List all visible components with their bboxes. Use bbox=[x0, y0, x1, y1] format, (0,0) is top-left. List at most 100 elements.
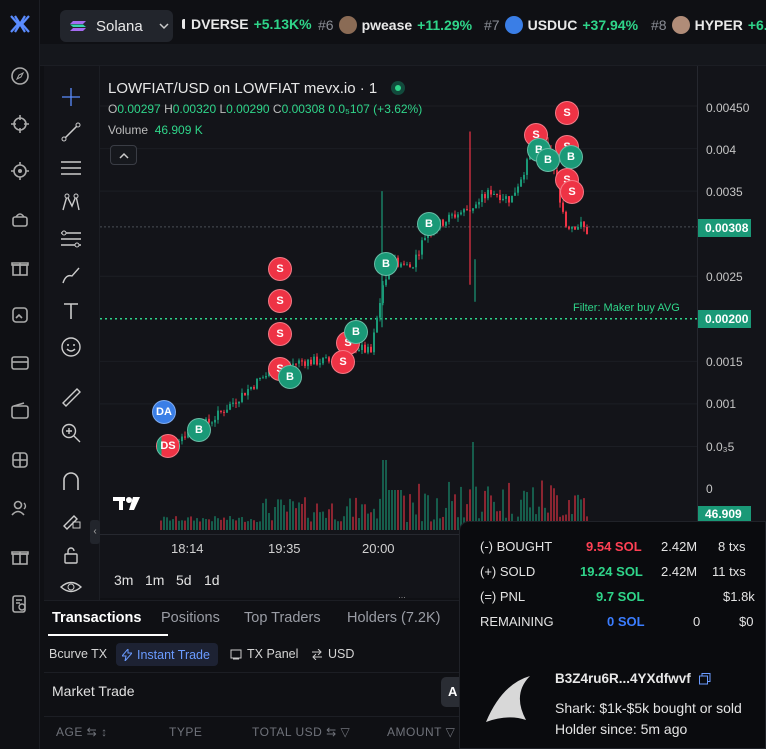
zoom-in-tool-icon[interactable] bbox=[58, 420, 84, 446]
shark-tier-text: Shark: $1k-$5k bought or sold bbox=[555, 700, 742, 716]
volume-bar bbox=[214, 516, 216, 530]
pattern-tool-icon[interactable] bbox=[58, 190, 84, 216]
sell-marker[interactable]: S bbox=[268, 289, 292, 313]
sell-marker[interactable]: S bbox=[331, 350, 355, 374]
logo-icon[interactable] bbox=[9, 13, 31, 35]
volume-bar bbox=[166, 517, 168, 530]
instant-trade-label: Instant Trade bbox=[137, 647, 210, 662]
target-icon[interactable] bbox=[9, 160, 31, 182]
ticker-symbol: DVERSE bbox=[191, 16, 249, 32]
tradingview-logo-icon bbox=[113, 490, 145, 516]
candle-body bbox=[184, 436, 186, 438]
usd-toggle-button[interactable]: USD bbox=[311, 647, 354, 661]
ticker-item[interactable]: #6 pwease +11.29% bbox=[318, 16, 472, 34]
chain-selector[interactable]: Solana bbox=[60, 10, 173, 42]
volume-bar bbox=[277, 499, 279, 530]
lock-draw-tool-icon[interactable] bbox=[58, 506, 84, 532]
volume-bar bbox=[283, 505, 285, 530]
tab-top-traders[interactable]: Top Traders bbox=[244, 610, 321, 626]
col-amount[interactable]: AMOUNT ▽ bbox=[387, 725, 455, 739]
copy-icon[interactable] bbox=[698, 672, 711, 685]
lock-tool-icon[interactable] bbox=[58, 542, 84, 568]
wallet-address[interactable]: B3Z4ru6R...4YXdfwvf bbox=[555, 671, 711, 686]
candle-body bbox=[502, 198, 504, 201]
document-search-icon[interactable] bbox=[9, 593, 31, 615]
candle-body bbox=[253, 386, 255, 389]
volume-bar bbox=[325, 517, 327, 530]
basket-icon[interactable] bbox=[9, 208, 31, 230]
magnet-tool-icon[interactable] bbox=[58, 469, 84, 495]
candle-body bbox=[505, 196, 507, 199]
ticker-item[interactable]: #8 HYPER +6.9 bbox=[651, 16, 766, 34]
candle-body bbox=[247, 389, 249, 396]
usd-label: USD bbox=[328, 647, 355, 661]
compass-icon[interactable] bbox=[9, 65, 31, 87]
volume-bar bbox=[355, 497, 357, 530]
volume-bar bbox=[400, 490, 402, 530]
volume-bar bbox=[391, 490, 393, 530]
volume-bar bbox=[307, 517, 309, 530]
users-icon[interactable] bbox=[9, 497, 31, 519]
volume-bar bbox=[379, 498, 381, 530]
volume-bar bbox=[382, 460, 384, 530]
ticker-item[interactable]: DVERSE +5.13K% bbox=[182, 16, 312, 32]
tab-transactions[interactable]: Transactions bbox=[52, 610, 141, 626]
candle-body bbox=[511, 195, 513, 203]
buy-marker[interactable]: B bbox=[374, 252, 398, 276]
horizontal-lines-tool-icon[interactable] bbox=[58, 155, 84, 181]
market-trade-button[interactable]: A bbox=[441, 677, 461, 707]
eye-tool-icon[interactable] bbox=[58, 574, 84, 600]
candle-body bbox=[256, 378, 258, 389]
brush-tool-icon[interactable] bbox=[58, 262, 84, 288]
emoji-tool-icon[interactable] bbox=[58, 334, 84, 360]
sell-marker[interactable]: S bbox=[268, 257, 292, 281]
volume-bar bbox=[169, 520, 171, 530]
resolution-1m-button[interactable]: 1m bbox=[145, 572, 164, 588]
sell-marker[interactable]: S bbox=[555, 101, 579, 125]
ticker-item[interactable]: #7 USDUC +37.94% bbox=[484, 16, 638, 34]
volume-bar bbox=[436, 498, 438, 530]
collapse-toolbar-button[interactable]: ‹ bbox=[90, 520, 100, 544]
resolution-1d-button[interactable]: 1d bbox=[204, 572, 220, 588]
tab-positions[interactable]: Positions bbox=[161, 610, 220, 626]
crosshair-tool-icon[interactable] bbox=[58, 84, 84, 110]
bcurve-tx-button[interactable]: Bcurve TX bbox=[49, 647, 107, 661]
sell-marker[interactable]: S bbox=[268, 322, 292, 346]
inbox-icon[interactable] bbox=[9, 352, 31, 374]
grid-icon[interactable] bbox=[9, 449, 31, 471]
text-tool-icon[interactable] bbox=[58, 298, 84, 324]
tx-panel-button[interactable]: TX Panel bbox=[230, 647, 298, 661]
tab-holders[interactable]: Holders (7.2K) bbox=[347, 610, 440, 626]
trendline-tool-icon[interactable] bbox=[58, 119, 84, 145]
buy-marker[interactable]: B bbox=[536, 148, 560, 172]
crosshair-icon[interactable] bbox=[9, 113, 31, 135]
col-age[interactable]: AGE ⇆ ↕ bbox=[56, 725, 108, 739]
tx-panel-label: TX Panel bbox=[247, 647, 299, 661]
gift-box-icon[interactable] bbox=[9, 545, 31, 567]
volume-bar bbox=[445, 507, 447, 530]
col-total-usd[interactable]: TOTAL USD ⇆ ▽ bbox=[252, 725, 350, 739]
price-axis[interactable]: 0.00450 0.004 0.0035 0.0025 0.0015 0.001… bbox=[697, 66, 766, 537]
candle-body bbox=[310, 359, 312, 365]
buy-marker[interactable]: B bbox=[417, 212, 441, 236]
resolution-5d-button[interactable]: 5d bbox=[176, 572, 192, 588]
instant-trade-button[interactable]: Instant Trade bbox=[116, 643, 218, 666]
dev-sell-marker[interactable]: DS bbox=[156, 434, 180, 458]
buy-marker[interactable]: B bbox=[559, 145, 583, 169]
fib-tool-icon[interactable] bbox=[58, 226, 84, 252]
buy-marker[interactable]: B bbox=[187, 418, 211, 442]
buy-marker[interactable]: B bbox=[344, 320, 368, 344]
dev-add-marker[interactable]: DA bbox=[152, 400, 176, 424]
volume-bar bbox=[370, 512, 372, 530]
collapse-legend-button[interactable] bbox=[110, 145, 137, 165]
resolution-3m-button[interactable]: 3m bbox=[114, 572, 133, 588]
image-edit-icon[interactable] bbox=[9, 304, 31, 326]
gift-icon[interactable] bbox=[9, 256, 31, 278]
wallet-icon[interactable] bbox=[9, 400, 31, 422]
col-type[interactable]: TYPE bbox=[169, 725, 202, 739]
volume-bar bbox=[202, 518, 204, 530]
buy-marker[interactable]: B bbox=[278, 365, 302, 389]
ticker-symbol: HYPER bbox=[694, 17, 743, 33]
sell-marker[interactable]: S bbox=[560, 180, 584, 204]
ruler-tool-icon[interactable] bbox=[58, 384, 84, 410]
